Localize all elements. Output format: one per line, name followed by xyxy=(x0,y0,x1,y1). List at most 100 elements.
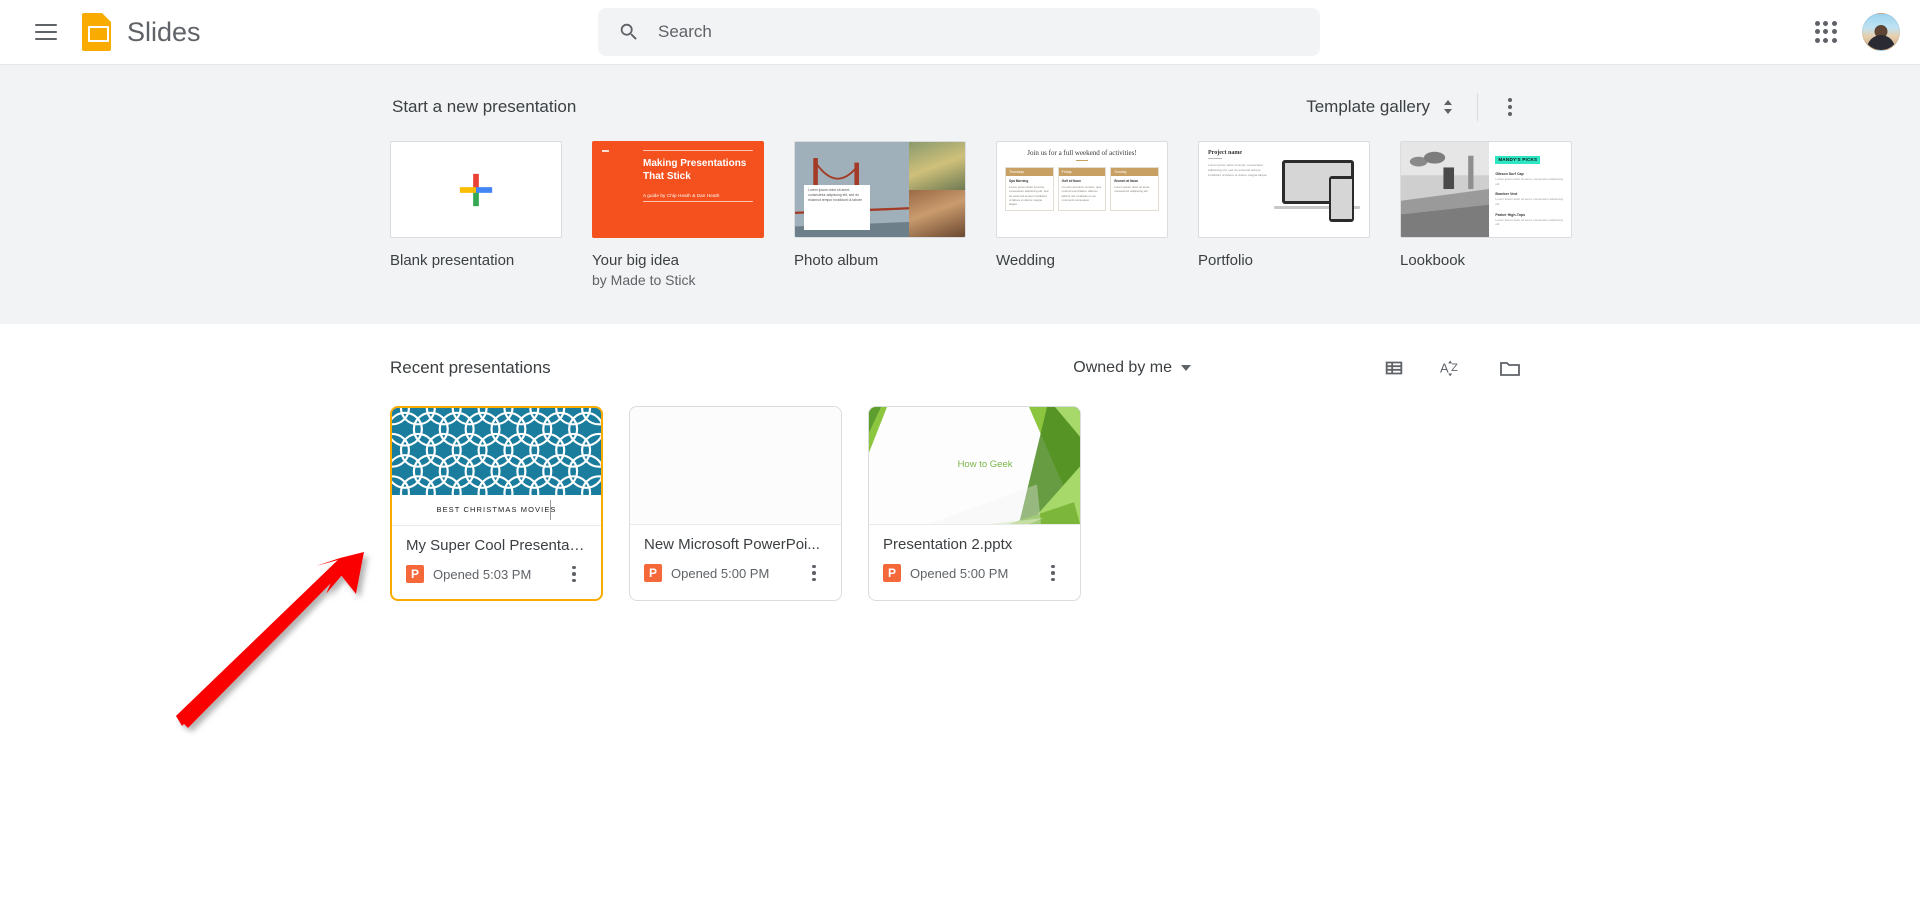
templates-controls: Template gallery xyxy=(1298,89,1528,125)
thumb-item: Parker High-Tops Lorem ipsum dolor sit a… xyxy=(1495,213,1565,227)
section-title-recent: Recent presentations xyxy=(390,358,551,378)
sort-button[interactable]: A Z xyxy=(1432,348,1472,388)
templates-more-menu-icon[interactable] xyxy=(1492,89,1528,125)
thumb-column-body: Lorem ipsum dolor sit amet, consectetur … xyxy=(1009,185,1049,207)
thumb-item: Bomber Vest Lorem ipsum dolor sit amet, … xyxy=(1495,192,1565,206)
template-thumbnail: Lorem ipsum dolor sit amet, consectetur … xyxy=(794,141,966,238)
avatar[interactable] xyxy=(1862,13,1900,51)
card-info: Presentation 2.pptx P Opened 5:00 PM xyxy=(869,525,1080,598)
thumb-item-body: Lorem ipsum dolor sit amet, consectetur … xyxy=(1495,197,1563,206)
card-opened-time: Opened 5:00 PM xyxy=(910,565,1009,581)
template-wedding[interactable]: Join us for a full weekend of activities… xyxy=(996,141,1168,290)
recent-header: Recent presentations Owned by me A Z xyxy=(390,348,1530,388)
thumb-column-day: Sunday xyxy=(1111,168,1159,176)
template-portfolio[interactable]: Project name Lorem ipsum dolor sit amet,… xyxy=(1198,141,1370,290)
template-label: Your big idea xyxy=(592,252,680,269)
thumb-column-body: Ut enim ad minim veniam, quis nostrud ex… xyxy=(1061,185,1102,203)
avatar-body xyxy=(1867,35,1895,50)
thumb-item-body: Lorem ipsum dolor sit amet, consectetur … xyxy=(1495,217,1563,227)
decor-rule xyxy=(643,150,753,151)
card-more-actions-icon[interactable] xyxy=(1040,560,1066,586)
list-view-icon xyxy=(1385,361,1403,375)
thumb-column-body: Lorem ipsum dolor sit amet, consectetur … xyxy=(1114,185,1151,194)
search-icon xyxy=(620,23,637,40)
template-thumbnail: MANDY'S PICKS Gibson Surf Cap Lorem ipsu… xyxy=(1400,141,1572,238)
hamburger-line xyxy=(35,31,57,33)
thumb-caption-bar: BEST CHRISTMAS MOVIES xyxy=(392,494,601,526)
card-thumbnail: BEST CHRISTMAS MOVIES xyxy=(392,408,601,527)
svg-text:A: A xyxy=(1440,361,1449,376)
app-header: Slides xyxy=(0,0,1920,64)
hamburger-line xyxy=(35,38,57,40)
recent-card-presentation-2-pptx[interactable]: How to Geek Presentation 2.pptx P Opened… xyxy=(868,406,1081,602)
thumb-column-heading: Spa Morning xyxy=(1009,179,1029,183)
template-thumbnail xyxy=(390,141,562,238)
recent-card-my-super-cool-presentation[interactable]: BEST CHRISTMAS MOVIES My Super Cool Pres… xyxy=(390,406,603,602)
template-sublabel: by Made to Stick xyxy=(592,272,696,289)
google-slides-logo-icon xyxy=(82,13,111,51)
thumb-caption: BEST CHRISTMAS MOVIES xyxy=(436,505,557,515)
thumb-column-day: Thursday xyxy=(1006,168,1053,176)
start-new-presentation-section: Start a new presentation Template galler… xyxy=(0,64,1920,325)
interlocking-circles-pattern-icon xyxy=(392,408,601,495)
svg-text:Z: Z xyxy=(1451,362,1458,374)
google-apps-grid-icon[interactable] xyxy=(1804,10,1848,54)
thumb-item-name: Bomber Vest xyxy=(1495,192,1518,197)
template-lookbook[interactable]: MANDY'S PICKS Gibson Surf Cap Lorem ipsu… xyxy=(1400,141,1572,290)
thumb-photo-bridge: Lorem ipsum dolor sit amet, consectetur … xyxy=(795,142,910,237)
thumb-column-heading: Golf at Noon xyxy=(1061,179,1081,183)
template-your-big-idea[interactable]: Making Presentations That Stick A guide … xyxy=(592,141,764,290)
thumb-item-name: Gibson Surf Cap xyxy=(1495,172,1524,176)
list-view-button[interactable] xyxy=(1374,348,1414,388)
decor-rule xyxy=(1076,160,1088,161)
owner-filter-dropdown[interactable]: Owned by me xyxy=(1065,353,1199,383)
template-label: Photo album xyxy=(794,252,879,269)
thumb-pattern-circles xyxy=(392,408,601,495)
template-gallery-label: Template gallery xyxy=(1306,97,1430,116)
card-more-actions-icon[interactable] xyxy=(801,560,827,586)
card-thumbnail xyxy=(630,407,841,526)
thumb-caption: Lorem ipsum dolor sit amet, consectetur … xyxy=(804,184,871,231)
slides-home-link[interactable]: Slides xyxy=(82,13,201,51)
powerpoint-file-icon: P xyxy=(644,564,662,583)
toolbar-divider xyxy=(1477,93,1478,121)
search-box[interactable] xyxy=(598,8,1320,56)
thumb-photo-leaves xyxy=(909,142,965,190)
template-thumbnail: Join us for a full weekend of activities… xyxy=(996,141,1168,238)
thumb-title: Project name xyxy=(1208,150,1243,156)
template-photo-album[interactable]: Lorem ipsum dolor sit amet, consectetur … xyxy=(794,141,966,290)
templates-header: Start a new presentation Template galler… xyxy=(390,89,1530,125)
card-title: My Super Cool Presentati... xyxy=(406,537,587,555)
thumb-photo-skateboard xyxy=(1401,142,1490,237)
template-gallery-toggle[interactable]: Template gallery xyxy=(1298,91,1463,123)
recent-card-list: BEST CHRISTMAS MOVIES My Super Cool Pres… xyxy=(390,406,1530,602)
powerpoint-file-icon: P xyxy=(406,565,424,584)
phone-illustration-icon xyxy=(1329,176,1354,222)
decor-rule xyxy=(643,200,753,202)
plus-icon xyxy=(459,173,493,206)
thumb-column-day: Friday xyxy=(1058,168,1106,176)
header-right-controls xyxy=(1804,10,1900,54)
sort-az-icon: A Z xyxy=(1440,360,1458,377)
search-input[interactable] xyxy=(658,22,1300,42)
card-info: New Microsoft PowerPoi... P Opened 5:00 … xyxy=(630,525,841,598)
template-label: Lookbook xyxy=(1400,252,1466,269)
thumb-green-facets: How to Geek xyxy=(869,407,1080,525)
skate-illustration-icon xyxy=(1401,142,1490,237)
file-picker-button[interactable] xyxy=(1490,348,1530,388)
main-menu-button[interactable] xyxy=(22,8,70,56)
template-blank-presentation[interactable]: Blank presentation xyxy=(390,141,562,290)
template-label: Wedding xyxy=(996,252,1055,269)
powerpoint-file-icon: P xyxy=(883,564,901,583)
template-list: Blank presentation Making Presentations … xyxy=(390,141,1572,290)
recent-card-new-microsoft-powerpoint[interactable]: New Microsoft PowerPoi... P Opened 5:00 … xyxy=(629,406,842,602)
card-more-actions-icon[interactable] xyxy=(561,561,587,587)
thumb-credit: A guide by Chip Heath & Dan Heath xyxy=(643,192,720,198)
hamburger-line xyxy=(35,24,57,26)
thumb-item-body: Lorem ipsum dolor sit amet, consectetur … xyxy=(1495,177,1563,186)
chevron-up-down-icon xyxy=(1444,100,1452,114)
thumb-caption: How to Geek xyxy=(957,458,1013,470)
thumb-column: Thursday Spa Morning Lorem ipsum dolor s… xyxy=(1005,167,1054,211)
product-name: Slides xyxy=(127,16,201,47)
card-meta: P Opened 5:00 PM xyxy=(883,560,1066,586)
